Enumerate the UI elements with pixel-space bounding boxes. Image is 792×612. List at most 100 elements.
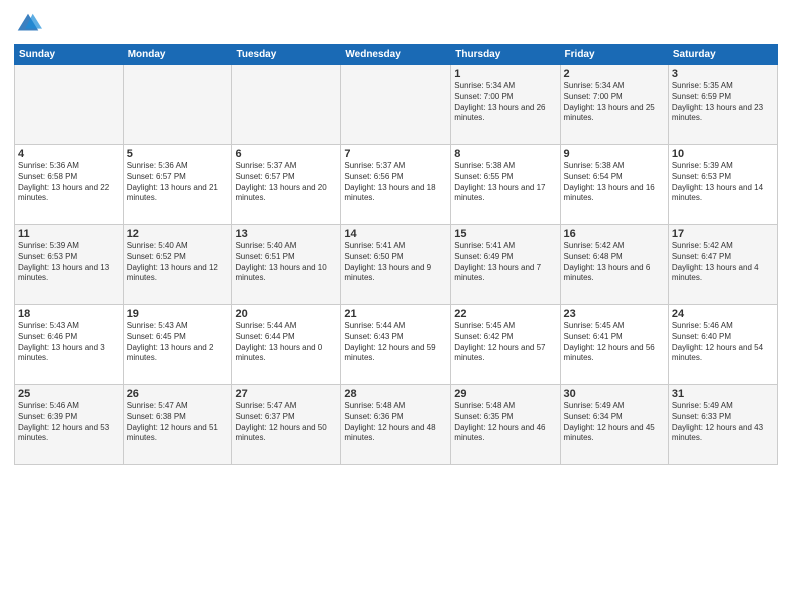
day-number: 6 [235,148,337,160]
day-number: 24 [672,308,774,320]
header [14,10,778,38]
day-number: 29 [454,388,556,400]
week-row-4: 18Sunrise: 5:43 AMSunset: 6:46 PMDayligh… [15,305,778,385]
day-number: 25 [18,388,120,400]
day-number: 2 [564,68,665,80]
day-number: 26 [127,388,229,400]
day-info: Sunrise: 5:45 AMSunset: 6:41 PMDaylight:… [564,321,665,364]
day-number: 1 [454,68,556,80]
day-number: 7 [344,148,447,160]
day-cell: 3Sunrise: 5:35 AMSunset: 6:59 PMDaylight… [668,65,777,145]
day-cell: 26Sunrise: 5:47 AMSunset: 6:38 PMDayligh… [123,385,232,465]
day-info: Sunrise: 5:36 AMSunset: 6:57 PMDaylight:… [127,161,229,204]
page: SundayMondayTuesdayWednesdayThursdayFrid… [0,0,792,612]
day-info: Sunrise: 5:49 AMSunset: 6:33 PMDaylight:… [672,401,774,444]
day-number: 22 [454,308,556,320]
day-cell [15,65,124,145]
day-header-thursday: Thursday [451,45,560,65]
day-cell: 7Sunrise: 5:37 AMSunset: 6:56 PMDaylight… [341,145,451,225]
day-number: 9 [564,148,665,160]
day-info: Sunrise: 5:37 AMSunset: 6:56 PMDaylight:… [344,161,447,204]
day-number: 15 [454,228,556,240]
day-cell: 9Sunrise: 5:38 AMSunset: 6:54 PMDaylight… [560,145,668,225]
day-cell: 14Sunrise: 5:41 AMSunset: 6:50 PMDayligh… [341,225,451,305]
day-header-monday: Monday [123,45,232,65]
day-number: 16 [564,228,665,240]
day-number: 31 [672,388,774,400]
day-cell: 29Sunrise: 5:48 AMSunset: 6:35 PMDayligh… [451,385,560,465]
day-cell: 15Sunrise: 5:41 AMSunset: 6:49 PMDayligh… [451,225,560,305]
day-number: 8 [454,148,556,160]
day-cell: 13Sunrise: 5:40 AMSunset: 6:51 PMDayligh… [232,225,341,305]
day-info: Sunrise: 5:35 AMSunset: 6:59 PMDaylight:… [672,81,774,124]
day-info: Sunrise: 5:43 AMSunset: 6:45 PMDaylight:… [127,321,229,364]
day-info: Sunrise: 5:34 AMSunset: 7:00 PMDaylight:… [564,81,665,124]
day-info: Sunrise: 5:43 AMSunset: 6:46 PMDaylight:… [18,321,120,364]
day-cell: 24Sunrise: 5:46 AMSunset: 6:40 PMDayligh… [668,305,777,385]
logo-icon [14,10,42,38]
day-info: Sunrise: 5:45 AMSunset: 6:42 PMDaylight:… [454,321,556,364]
day-number: 18 [18,308,120,320]
day-cell: 18Sunrise: 5:43 AMSunset: 6:46 PMDayligh… [15,305,124,385]
day-cell: 8Sunrise: 5:38 AMSunset: 6:55 PMDaylight… [451,145,560,225]
day-info: Sunrise: 5:48 AMSunset: 6:35 PMDaylight:… [454,401,556,444]
week-row-2: 4Sunrise: 5:36 AMSunset: 6:58 PMDaylight… [15,145,778,225]
day-cell: 11Sunrise: 5:39 AMSunset: 6:53 PMDayligh… [15,225,124,305]
calendar-table: SundayMondayTuesdayWednesdayThursdayFrid… [14,44,778,465]
day-cell [341,65,451,145]
day-number: 19 [127,308,229,320]
day-number: 17 [672,228,774,240]
day-info: Sunrise: 5:49 AMSunset: 6:34 PMDaylight:… [564,401,665,444]
day-info: Sunrise: 5:38 AMSunset: 6:55 PMDaylight:… [454,161,556,204]
day-info: Sunrise: 5:40 AMSunset: 6:52 PMDaylight:… [127,241,229,284]
logo [14,10,46,38]
day-cell [123,65,232,145]
day-number: 27 [235,388,337,400]
day-cell: 19Sunrise: 5:43 AMSunset: 6:45 PMDayligh… [123,305,232,385]
calendar-body: 1 Sunrise: 5:34 AMSunset: 7:00 PMDaylight… [15,65,778,465]
day-info: Sunrise: 5:42 AMSunset: 6:47 PMDaylight:… [672,241,774,284]
day-number: 12 [127,228,229,240]
week-row-5: 25Sunrise: 5:46 AMSunset: 6:39 PMDayligh… [15,385,778,465]
day-info: Sunrise: 5:44 AMSunset: 6:44 PMDaylight:… [235,321,337,364]
day-info: Sunrise: 5:41 AMSunset: 6:50 PMDaylight:… [344,241,447,284]
day-cell: 28Sunrise: 5:48 AMSunset: 6:36 PMDayligh… [341,385,451,465]
day-number: 23 [564,308,665,320]
day-cell: 10Sunrise: 5:39 AMSunset: 6:53 PMDayligh… [668,145,777,225]
day-cell: 22Sunrise: 5:45 AMSunset: 6:42 PMDayligh… [451,305,560,385]
day-info: Sunrise: 5:48 AMSunset: 6:36 PMDaylight:… [344,401,447,444]
day-cell: 16Sunrise: 5:42 AMSunset: 6:48 PMDayligh… [560,225,668,305]
day-number: 28 [344,388,447,400]
day-cell: 27Sunrise: 5:47 AMSunset: 6:37 PMDayligh… [232,385,341,465]
day-info: Sunrise: 5:36 AMSunset: 6:58 PMDaylight:… [18,161,120,204]
day-number: 30 [564,388,665,400]
day-header-tuesday: Tuesday [232,45,341,65]
day-cell: 6Sunrise: 5:37 AMSunset: 6:57 PMDaylight… [232,145,341,225]
day-number: 14 [344,228,447,240]
calendar-header: SundayMondayTuesdayWednesdayThursdayFrid… [15,45,778,65]
day-info: Sunrise: 5:39 AMSunset: 6:53 PMDaylight:… [18,241,120,284]
day-header-saturday: Saturday [668,45,777,65]
day-number: 4 [18,148,120,160]
day-cell: 23Sunrise: 5:45 AMSunset: 6:41 PMDayligh… [560,305,668,385]
day-cell: 12Sunrise: 5:40 AMSunset: 6:52 PMDayligh… [123,225,232,305]
day-cell: 2Sunrise: 5:34 AMSunset: 7:00 PMDaylight… [560,65,668,145]
header-row: SundayMondayTuesdayWednesdayThursdayFrid… [15,45,778,65]
day-cell: 5Sunrise: 5:36 AMSunset: 6:57 PMDaylight… [123,145,232,225]
day-number: 13 [235,228,337,240]
day-cell: 21Sunrise: 5:44 AMSunset: 6:43 PMDayligh… [341,305,451,385]
day-header-sunday: Sunday [15,45,124,65]
day-number: 5 [127,148,229,160]
day-info: Sunrise: 5:38 AMSunset: 6:54 PMDaylight:… [564,161,665,204]
day-info: Sunrise: 5:47 AMSunset: 6:37 PMDaylight:… [235,401,337,444]
week-row-1: 1 Sunrise: 5:34 AMSunset: 7:00 PMDaylight… [15,65,778,145]
day-cell [232,65,341,145]
day-cell: 30Sunrise: 5:49 AMSunset: 6:34 PMDayligh… [560,385,668,465]
day-cell: 1Sunrise: 5:34 AMSunset: 7:00 PMDaylight… [451,65,560,145]
day-info: Sunrise: 5:46 AMSunset: 6:39 PMDaylight:… [18,401,120,444]
day-number: 3 [672,68,774,80]
day-number: 10 [672,148,774,160]
day-number: 21 [344,308,447,320]
day-info: Sunrise: 5:39 AMSunset: 6:53 PMDaylight:… [672,161,774,204]
day-info: Sunrise: 5:37 AMSunset: 6:57 PMDaylight:… [235,161,337,204]
